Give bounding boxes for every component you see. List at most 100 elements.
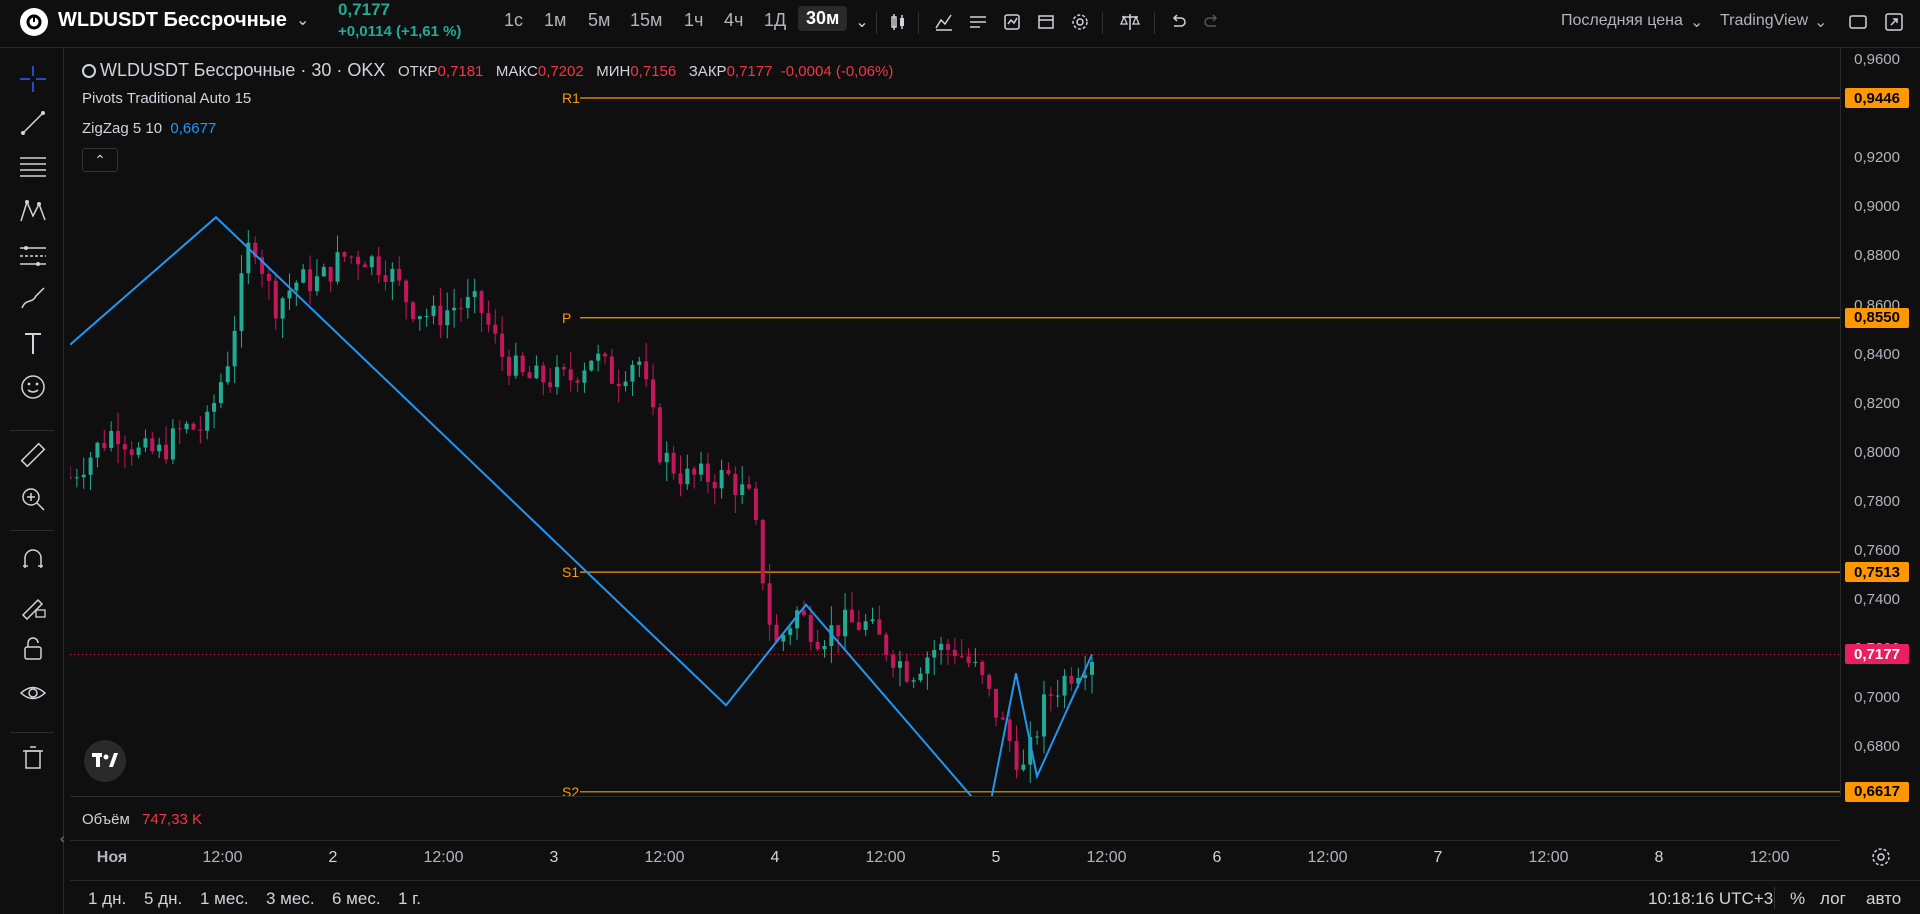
auto-toggle[interactable]: авто — [1866, 889, 1901, 909]
collapse-legend-button[interactable]: ⌃ — [82, 148, 118, 172]
expand-icon[interactable] — [1880, 8, 1908, 36]
text-icon[interactable] — [16, 326, 50, 360]
candle-body — [438, 305, 443, 326]
templates-icon[interactable] — [964, 8, 992, 36]
time-tick-label: 12:00 — [1749, 849, 1790, 866]
candle-body — [150, 438, 155, 452]
range-5d[interactable]: 5 дн. — [144, 889, 182, 909]
ruler-icon[interactable] — [16, 438, 50, 472]
candle-body — [301, 269, 306, 283]
candle-body — [616, 383, 621, 387]
pattern-icon[interactable] — [16, 194, 50, 228]
unlock-icon[interactable] — [16, 632, 50, 666]
range-1d[interactable]: 1 дн. — [88, 889, 126, 909]
chevron-down-icon[interactable]: ⌄ — [1690, 12, 1703, 32]
candle-body — [945, 643, 950, 650]
tradingview-logo-icon[interactable] — [84, 740, 126, 782]
divider — [10, 732, 54, 733]
candle-body — [328, 266, 333, 282]
undo-icon[interactable] — [1164, 8, 1192, 36]
settings-gear-icon[interactable] — [1066, 8, 1094, 36]
magnet-icon[interactable] — [16, 544, 50, 578]
candle-body — [939, 643, 944, 651]
trend-line-icon[interactable] — [16, 106, 50, 140]
tf-30m-active[interactable]: 30м — [798, 6, 848, 31]
range-3m[interactable]: 3 мес. — [266, 889, 315, 909]
percent-toggle[interactable]: % — [1790, 889, 1805, 909]
candle-body — [1055, 695, 1060, 697]
candle-body — [314, 276, 319, 292]
volume-value: 747,33 K — [142, 811, 203, 828]
emoji-icon[interactable] — [16, 370, 50, 404]
redo-icon[interactable] — [1198, 8, 1226, 36]
tf-1m[interactable]: 1м — [544, 10, 566, 31]
top-toolbar: WLDUSDT Бессрочные ⌄ 0,7177 +0,0114 (+1,… — [0, 0, 1920, 48]
candle-body — [870, 619, 875, 622]
collapse-arrow-icon[interactable]: ‹ — [60, 830, 65, 846]
replay-icon[interactable] — [1032, 8, 1060, 36]
trash-icon[interactable] — [16, 740, 50, 774]
chevron-down-icon[interactable]: ⌄ — [848, 8, 876, 36]
divider — [918, 12, 919, 34]
candle-body — [925, 657, 930, 674]
range-1m[interactable]: 1 мес. — [200, 889, 249, 909]
fullscreen-icon[interactable] — [1844, 8, 1872, 36]
chevron-down-icon[interactable]: ⌄ — [1814, 12, 1827, 32]
zoom-in-icon[interactable] — [16, 482, 50, 516]
eye-icon[interactable] — [16, 676, 50, 710]
price-tick-label: 0,7000 — [1854, 688, 1900, 706]
tf-1d[interactable]: 1Д — [764, 10, 786, 31]
source-dropdown[interactable]: TradingView — [1720, 12, 1808, 30]
alert-icon[interactable] — [998, 8, 1026, 36]
clock[interactable]: 10:18:16 UTC+3 — [1648, 889, 1773, 909]
candle-body — [822, 645, 827, 650]
candle-body — [932, 650, 937, 658]
time-tick-label: 7 — [1433, 849, 1443, 866]
tf-5m[interactable]: 5м — [588, 10, 610, 31]
range-1y[interactable]: 1 г. — [398, 889, 421, 909]
candle-body — [1007, 719, 1012, 741]
chevron-down-icon[interactable]: ⌄ — [296, 10, 309, 30]
candle-body — [1041, 694, 1046, 737]
okx-logo-icon[interactable] — [20, 8, 48, 36]
crosshair-icon[interactable] — [16, 62, 50, 96]
candle-body — [410, 302, 415, 320]
candle-body — [753, 488, 758, 520]
divider — [876, 12, 877, 34]
chart-canvas[interactable]: R1 P S1 S2 — [70, 48, 1840, 796]
candle-body — [1083, 674, 1088, 678]
tf-1s[interactable]: 1с — [504, 10, 523, 31]
projection-icon[interactable] — [16, 238, 50, 272]
time-tick-label: 12:00 — [1528, 849, 1569, 866]
candle-body — [404, 280, 409, 303]
tf-4h[interactable]: 4ч — [724, 10, 743, 31]
candles-icon[interactable] — [884, 8, 912, 36]
legend-high-label: МАКС — [495, 63, 538, 80]
price-type-dropdown[interactable]: Последняя цена — [1561, 12, 1683, 30]
legend-zigzag[interactable]: ZigZag 5 10 0,6677 — [82, 120, 216, 137]
last-price: 0,7177 — [338, 0, 390, 19]
tf-1h[interactable]: 1ч — [684, 10, 703, 31]
chart-settings-gear-icon[interactable] — [1870, 846, 1894, 870]
candle-body — [609, 356, 614, 384]
fib-lines-icon[interactable] — [16, 150, 50, 184]
candle-body — [356, 256, 361, 265]
candle-body — [1069, 675, 1074, 684]
symbol-name[interactable]: WLDUSDT Бессрочные — [58, 9, 287, 32]
volume-pane[interactable]: Объём 747,33 K — [70, 796, 1840, 840]
brush-icon[interactable] — [16, 282, 50, 316]
lock-drawing-icon[interactable] — [16, 588, 50, 622]
candle-body — [911, 680, 916, 682]
scales-icon[interactable] — [1116, 8, 1144, 36]
tf-15m[interactable]: 15м — [630, 10, 662, 31]
candle-body — [575, 380, 580, 383]
price-axis[interactable]: 0,9600 0,9200 0,9000 0,8800 0,8600 0,8400 0,82… — [1840, 48, 1920, 802]
candle-body — [81, 474, 86, 478]
indicators-icon[interactable] — [930, 8, 958, 36]
candle-body — [1021, 764, 1026, 770]
time-axis[interactable]: Ноя 12:00 2 12:00 3 12:00 4 12:00 5 12:00 6 12:00 7 1… — [70, 840, 1840, 874]
chart-pane[interactable]: R1 P S1 S2 WLDUSDT Бессрочные · 30 · OKX ОТ… — [70, 48, 1840, 796]
legend-pivots[interactable]: Pivots Traditional Auto 15 — [82, 90, 251, 107]
range-6m[interactable]: 6 мес. — [332, 889, 381, 909]
log-toggle[interactable]: лог — [1820, 889, 1846, 909]
